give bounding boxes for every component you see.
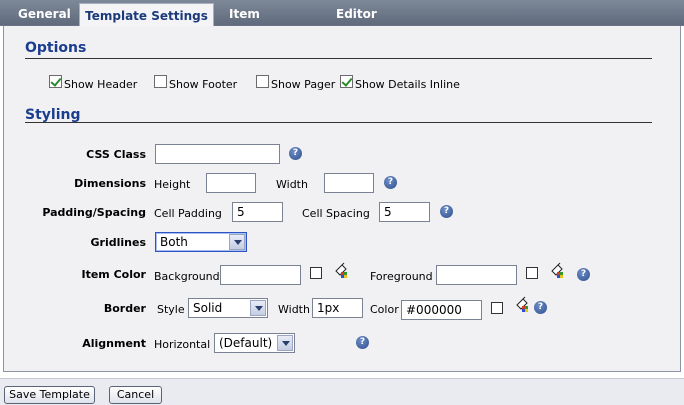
border-style-select-value: Solid <box>193 301 223 315</box>
chevron-down-icon[interactable] <box>277 335 293 351</box>
border-width-input[interactable]: 1px <box>312 298 363 318</box>
options-divider <box>25 58 652 59</box>
border-color-picker-icon[interactable] <box>514 296 530 312</box>
foreground-color-picker-icon[interactable] <box>549 262 565 278</box>
show-details-inline-label: Show Details Inline <box>355 78 460 91</box>
dimensions-label: Dimensions <box>74 177 146 190</box>
height-input[interactable] <box>206 173 256 193</box>
dimensions-help-icon[interactable]: ? <box>384 176 397 189</box>
cell-spacing-input[interactable]: 5 <box>379 202 430 222</box>
show-pager-label: Show Pager <box>271 78 336 91</box>
border-color-label: Color <box>370 303 399 316</box>
foreground-color-input[interactable] <box>436 265 517 285</box>
gridlines-label: Gridlines <box>90 236 146 249</box>
width-input[interactable] <box>324 173 374 193</box>
settings-panel: Options Show Header Show Footer Show Pag… <box>3 26 681 372</box>
horizontal-align-select[interactable]: (Default) <box>214 333 295 353</box>
border-style-select[interactable]: Solid <box>188 298 268 318</box>
styling-heading: Styling <box>25 107 81 123</box>
css-class-help-icon[interactable]: ? <box>289 147 302 160</box>
foreground-label: Foreground <box>370 270 433 283</box>
cell-padding-input[interactable]: 5 <box>232 202 283 222</box>
cancel-button[interactable]: Cancel <box>109 386 162 404</box>
border-color-input[interactable]: #000000 <box>401 300 482 320</box>
chevron-down-icon[interactable] <box>250 300 266 316</box>
background-color-input[interactable] <box>220 265 301 285</box>
background-label: Background <box>154 270 220 283</box>
height-label: Height <box>154 178 191 191</box>
item-color-help-icon[interactable]: ? <box>577 268 590 281</box>
show-footer-checkbox[interactable] <box>154 75 167 88</box>
border-style-label: Style <box>157 303 185 316</box>
cell-padding-label: Cell Padding <box>154 207 222 220</box>
foreground-color-swatch[interactable] <box>526 267 538 279</box>
background-color-swatch[interactable] <box>310 267 322 279</box>
tab-template-settings[interactable]: Template Settings <box>79 3 214 27</box>
tab-bar: General Template Settings Item Settings … <box>0 0 684 45</box>
chevron-down-icon[interactable] <box>229 234 245 250</box>
alignment-label: Alignment <box>82 337 146 350</box>
css-class-label: CSS Class <box>86 148 146 161</box>
border-color-swatch[interactable] <box>491 302 503 314</box>
css-class-input[interactable] <box>155 144 280 164</box>
padding-spacing-label: Padding/Spacing <box>42 206 146 219</box>
border-width-label: Width <box>278 303 310 316</box>
item-color-label: Item Color <box>81 268 147 281</box>
tab-editor[interactable]: Editor <box>336 2 386 26</box>
width-label: Width <box>276 178 308 191</box>
gridlines-select-value: Both <box>160 235 188 249</box>
show-details-inline-checkbox[interactable] <box>340 75 353 88</box>
styling-divider <box>25 122 652 123</box>
tab-item-settings[interactable]: Item Settings <box>229 2 319 45</box>
border-help-icon[interactable]: ? <box>534 301 547 314</box>
alignment-help-icon[interactable]: ? <box>356 336 369 349</box>
tab-general[interactable]: General <box>18 2 78 26</box>
gridlines-select[interactable]: Both <box>155 232 247 252</box>
background-color-picker-icon[interactable] <box>333 262 349 278</box>
horizontal-align-select-value: (Default) <box>219 336 273 350</box>
show-pager-checkbox[interactable] <box>256 75 269 88</box>
padding-spacing-help-icon[interactable]: ? <box>440 205 453 218</box>
cell-spacing-label: Cell Spacing <box>302 207 370 220</box>
footer-bar <box>0 378 684 405</box>
options-heading: Options <box>25 40 87 56</box>
show-footer-label: Show Footer <box>169 78 238 91</box>
show-header-checkbox[interactable] <box>49 75 62 88</box>
show-header-label: Show Header <box>64 78 138 91</box>
border-label: Border <box>103 302 146 315</box>
horizontal-label: Horizontal <box>154 338 211 351</box>
save-template-button[interactable]: Save Template <box>4 386 95 404</box>
